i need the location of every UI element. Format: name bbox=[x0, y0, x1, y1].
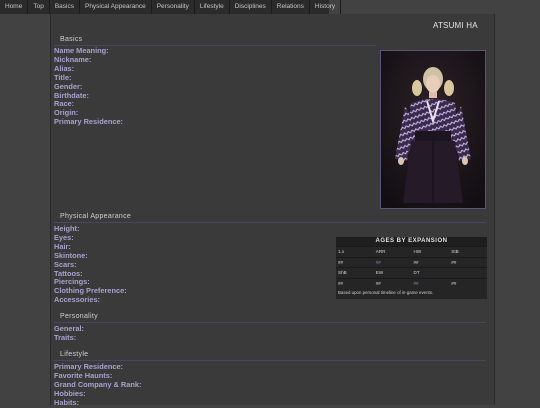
nav-disciplines[interactable]: Disciplines bbox=[230, 0, 272, 14]
ages-value-cell: ## bbox=[451, 259, 457, 265]
ages-header-cell: DT bbox=[413, 270, 420, 276]
nav-basics[interactable]: Basics bbox=[50, 0, 80, 14]
basics-field-list: Name Meaning: Nickname: Alias: Title: Ge… bbox=[54, 46, 124, 127]
ages-header-cell: StB bbox=[451, 249, 459, 254]
nav-physical-appearance[interactable]: Physical Appearance bbox=[80, 0, 152, 14]
nav-home[interactable]: Home bbox=[0, 0, 29, 14]
section-title-basics: Basics bbox=[60, 36, 83, 43]
section-title-personality: Personality bbox=[60, 313, 98, 320]
nav-top[interactable]: Top bbox=[28, 0, 50, 14]
section-title-physical-appearance: Physical Appearance bbox=[60, 213, 132, 220]
nav-lifestyle[interactable]: Lifestyle bbox=[195, 0, 230, 14]
top-navigation: Home Top Basics Physical Appearance Pers… bbox=[0, 0, 342, 14]
ages-header-cell: EW bbox=[375, 270, 384, 276]
ages-header-cell: ShB bbox=[338, 270, 347, 276]
ages-table-title: AGES BY EXPANSION bbox=[336, 237, 487, 246]
section-divider bbox=[54, 322, 486, 323]
nav-history[interactable]: History bbox=[310, 0, 342, 14]
nav-relations[interactable]: Relations bbox=[272, 0, 310, 14]
personality-field-list: General: Traits: bbox=[54, 324, 84, 343]
ages-value-cell: ## bbox=[338, 280, 344, 286]
field-primary-residence: Primary Residence: bbox=[54, 117, 124, 127]
section-title-lifestyle: Lifestyle bbox=[60, 351, 89, 358]
ages-header-cell: HW bbox=[413, 249, 422, 254]
section-divider bbox=[54, 360, 486, 361]
ages-value-cell: ## bbox=[413, 259, 419, 265]
ages-value-cell: ## bbox=[375, 280, 381, 286]
ages-header-cell: ARR bbox=[375, 249, 386, 254]
field-accessories: Accessories: bbox=[54, 295, 101, 305]
ages-header-row: ShB EW DT bbox=[336, 267, 487, 278]
ages-value-row: ## ## ## ## bbox=[336, 256, 487, 268]
ages-value-cell: ## bbox=[375, 259, 381, 265]
physical-field-list: Height: Eyes: Hair: Skintone: Scars: Tat… bbox=[54, 224, 127, 305]
page-title: ATSUMI HA bbox=[433, 21, 478, 30]
ages-header-row: 1.x ARR HW StB bbox=[336, 246, 487, 257]
lifestyle-field-list: Primary Residence: Favorite Haunts: Gran… bbox=[54, 362, 141, 408]
character-portrait bbox=[380, 50, 486, 209]
ages-value-cell: ## bbox=[451, 280, 457, 286]
ages-value-cell: ## bbox=[413, 280, 419, 286]
ages-table-note: Based upon personal timeline of in-game … bbox=[338, 290, 434, 296]
field-traits: Traits: bbox=[54, 332, 77, 342]
field-habits: Habits: bbox=[54, 397, 80, 407]
ages-value-cell: ## bbox=[338, 259, 344, 265]
section-divider bbox=[54, 222, 486, 223]
ages-by-expansion-table: AGES BY EXPANSION 1.x ARR HW StB ## ## #… bbox=[336, 237, 487, 300]
ages-header-cell bbox=[449, 268, 487, 278]
ages-header-cell: 1.x bbox=[338, 249, 345, 254]
ages-value-row: ## ## ## ## bbox=[336, 277, 487, 289]
nav-personality[interactable]: Personality bbox=[152, 0, 195, 14]
